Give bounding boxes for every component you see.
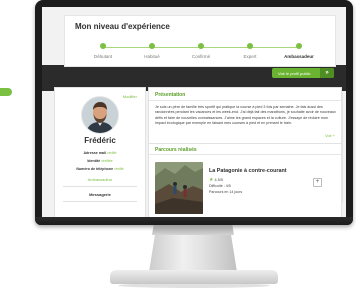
completed-trips-card: Parcours réalisés La Patagonie à contre-… bbox=[148, 143, 342, 217]
scrollbar[interactable] bbox=[341, 93, 343, 203]
completed-trips-title: Parcours réalisés bbox=[155, 147, 197, 153]
trip-duration: Parcours en 14 jours bbox=[209, 190, 243, 194]
avatar bbox=[81, 96, 119, 134]
level-label: Confirmé bbox=[191, 54, 211, 59]
monitor-bezel-bottom bbox=[35, 217, 353, 225]
divider bbox=[149, 154, 341, 155]
identity-label: Identité bbox=[87, 159, 101, 163]
level-step-debutant: Débutant bbox=[78, 43, 128, 59]
public-profile-button[interactable]: Voir le profil public » bbox=[272, 68, 334, 78]
level-step-expert: Expert bbox=[225, 43, 275, 59]
monitor-stand-base bbox=[110, 270, 278, 284]
level-dot-current bbox=[296, 43, 302, 49]
trip-photo-image bbox=[155, 162, 203, 214]
divider bbox=[63, 186, 137, 187]
experience-level-card: Mon niveau d'expérience Débutant Habitué… bbox=[64, 15, 336, 67]
edit-profile-link[interactable]: Modifier bbox=[123, 94, 137, 99]
trip-difficulty: Difficulté : 4/5 bbox=[209, 184, 231, 188]
level-dot bbox=[100, 43, 106, 49]
left-accent-tab bbox=[0, 88, 12, 96]
star-icon: ★ bbox=[209, 177, 214, 183]
level-step-habitue: Habitué bbox=[127, 43, 177, 59]
email-row: Adresse mail vérifié bbox=[55, 151, 145, 155]
profile-card: Modifier Frédéric Adresse mail vérifié I… bbox=[54, 87, 146, 217]
level-dot bbox=[198, 43, 204, 49]
presentation-card: Présentation Je suis un père de famille … bbox=[148, 87, 342, 145]
trip-photo[interactable] bbox=[155, 162, 203, 214]
ambassador-badge: Ambassadeur bbox=[87, 177, 113, 182]
level-label: Débutant bbox=[93, 54, 113, 59]
trip-rating-value: 4,5/5 bbox=[214, 178, 223, 182]
phone-row: Numéro de téléphone vérifié bbox=[55, 167, 145, 171]
level-label: Expert bbox=[243, 54, 257, 59]
level-label-current: Ambassadeur bbox=[284, 54, 314, 59]
app-screen: Mon niveau d'expérience Débutant Habitué… bbox=[42, 7, 346, 217]
level-label: Habitué bbox=[144, 54, 160, 59]
email-label: Adresse mail bbox=[83, 151, 106, 155]
level-dot bbox=[247, 43, 253, 49]
avatar-photo bbox=[82, 97, 118, 133]
messaging-link[interactable]: Messagerie bbox=[55, 192, 145, 197]
level-dot bbox=[149, 43, 155, 49]
level-step-confirme: Confirmé bbox=[176, 43, 226, 59]
add-button[interactable]: + bbox=[313, 178, 322, 187]
level-title: Mon niveau d'expérience bbox=[75, 22, 170, 31]
public-profile-label: Voir le profil public bbox=[278, 71, 311, 76]
phone-label: Numéro de téléphone bbox=[76, 167, 114, 171]
identity-row: Identité vérifiée bbox=[55, 159, 145, 163]
level-step-ambassadeur: Ambassadeur bbox=[274, 43, 324, 59]
monitor-stand-shadow bbox=[152, 225, 234, 235]
divider bbox=[149, 100, 341, 101]
double-chevron-right-icon: » bbox=[320, 68, 334, 78]
see-more-link[interactable]: Voir + bbox=[325, 134, 335, 138]
presentation-text: Je suis un père de famille très sportif … bbox=[155, 105, 336, 126]
divider bbox=[63, 201, 137, 202]
identity-status: vérifiée bbox=[101, 159, 113, 163]
profile-name: Frédéric bbox=[84, 136, 116, 145]
presentation-title: Présentation bbox=[155, 92, 186, 98]
monitor-frame: Mon niveau d'expérience Débutant Habitué… bbox=[35, 0, 353, 225]
trip-rating: ★ 4,5/5 bbox=[209, 177, 223, 183]
phone-status: vérifié bbox=[114, 167, 124, 171]
email-status: vérifié bbox=[106, 151, 117, 155]
trip-title[interactable]: La Patagonie à contre-courant bbox=[209, 168, 287, 174]
